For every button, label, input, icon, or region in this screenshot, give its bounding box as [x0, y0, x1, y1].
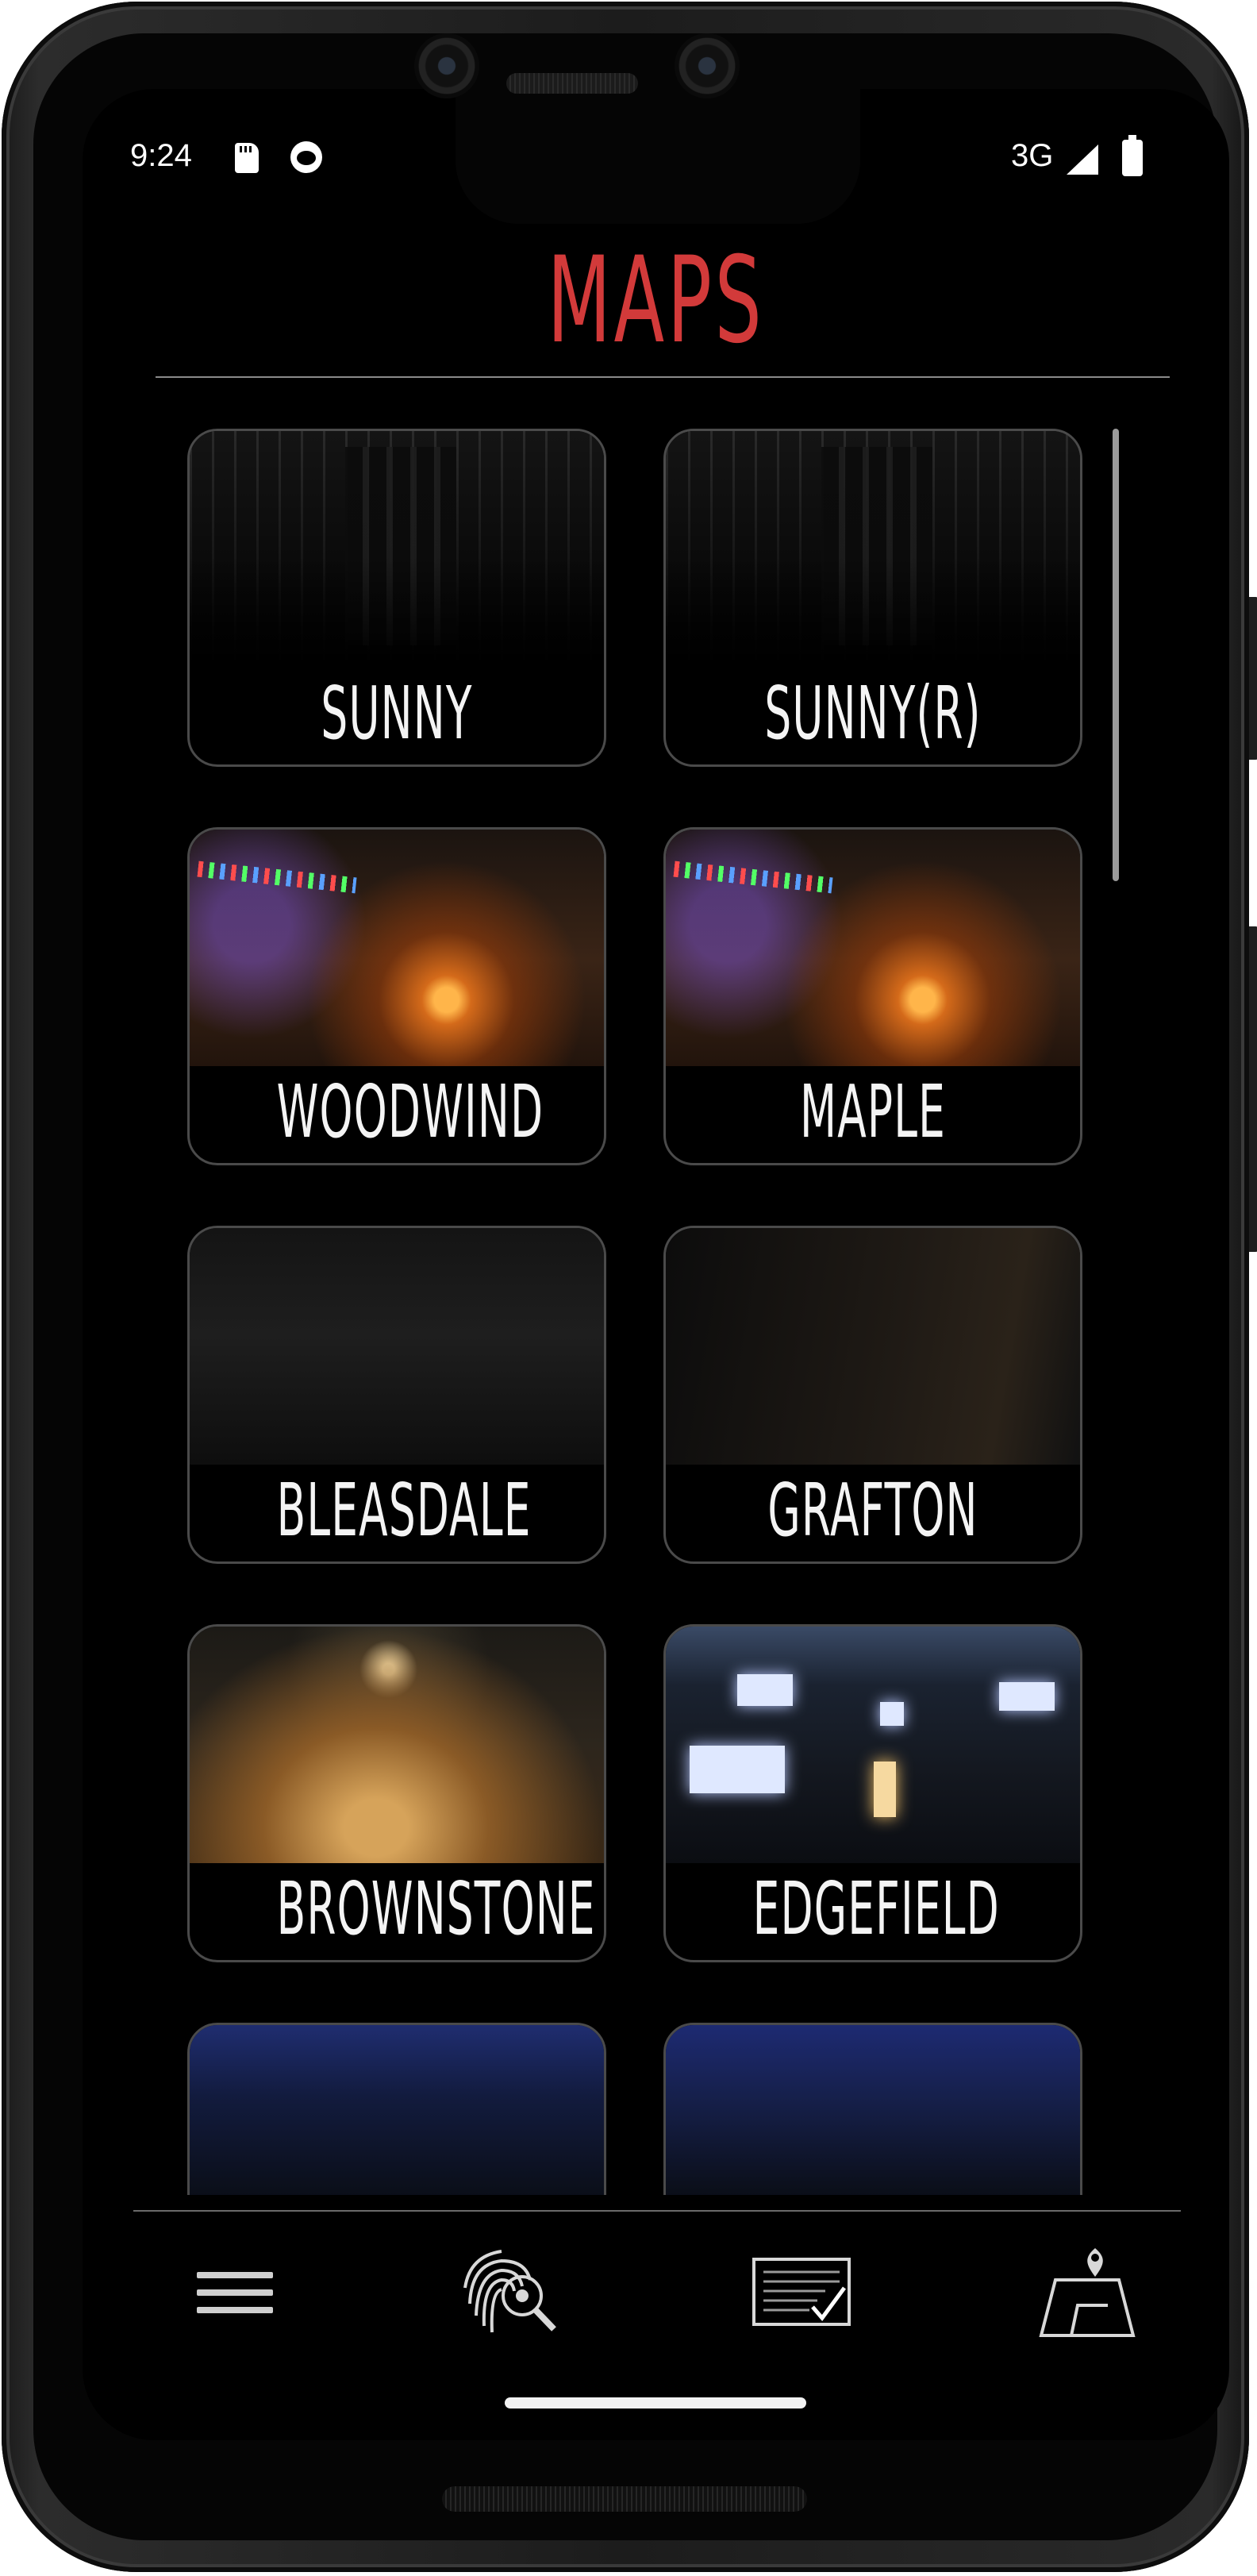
nav-divider	[133, 2210, 1181, 2212]
map-label: SUNNY(R)	[764, 671, 982, 756]
menu-icon[interactable]	[181, 2240, 292, 2343]
screen: 9:24 3G MAPS SUNNY SUNNY(R) WOODWIND MAP…	[83, 89, 1229, 2440]
map-thumbnail	[666, 830, 1080, 1066]
menu-line	[197, 2307, 273, 2313]
sd-card-icon	[235, 143, 259, 173]
map-card-sunny[interactable]: SUNNY	[187, 429, 606, 767]
volume-button	[1249, 926, 1257, 1252]
map-label: BROWNSTONE	[276, 1866, 596, 1951]
map-card-grafton[interactable]: GRAFTON	[663, 1226, 1082, 1564]
map-card-edgefield[interactable]: EDGEFIELD	[663, 1624, 1082, 1962]
map-card-woodwind[interactable]: WOODWIND	[187, 827, 606, 1165]
notch	[456, 89, 860, 224]
map-card-sunny-r[interactable]: SUNNY(R)	[663, 429, 1082, 767]
window-light	[690, 1746, 785, 1793]
menu-line	[197, 2289, 273, 2296]
power-button	[1249, 597, 1257, 760]
map-pin-icon[interactable]	[1032, 2240, 1143, 2343]
map-grid[interactable]: SUNNY SUNNY(R) WOODWIND MAPLE BLEASDALE	[187, 429, 1082, 2195]
map-card-brownstone[interactable]: BROWNSTONE	[187, 1624, 606, 1962]
window-light	[880, 1702, 904, 1726]
earpiece-speaker	[506, 73, 638, 94]
map-label: GRAFTON	[767, 1468, 978, 1553]
status-time: 9:24	[130, 138, 192, 173]
signal-icon	[1067, 144, 1098, 175]
map-thumbnail	[666, 1627, 1080, 1863]
battery-icon	[1122, 135, 1143, 176]
map-label: BLEASDALE	[276, 1468, 532, 1553]
fingerprint-search-icon[interactable]	[454, 2240, 565, 2343]
door-light	[874, 1762, 896, 1817]
thumbnail-fade	[190, 556, 604, 668]
map-thumbnail	[666, 1228, 1080, 1465]
front-camera	[414, 33, 479, 98]
map-label: WOODWIND	[276, 1069, 544, 1154]
menu-line	[197, 2272, 273, 2278]
map-label: EDGEFIELD	[752, 1866, 1000, 1951]
map-card-maple[interactable]: MAPLE	[663, 827, 1082, 1165]
fingerprint-search-svg	[463, 2250, 556, 2333]
title-divider	[156, 376, 1170, 378]
map-thumbnail	[190, 1228, 604, 1465]
map-thumbnail	[190, 2025, 604, 2195]
map-label: SUNNY	[321, 671, 473, 756]
map-card-partial-2[interactable]	[663, 2023, 1082, 2195]
map-thumbnail	[666, 2025, 1080, 2195]
map-thumbnail	[190, 431, 604, 668]
map-thumbnail	[190, 1627, 604, 1863]
bottom-speaker	[442, 2486, 807, 2512]
network-type: 3G	[1011, 138, 1054, 173]
front-sensor	[675, 33, 740, 98]
map-card-bleasdale[interactable]: BLEASDALE	[187, 1226, 606, 1564]
map-pin-svg	[1039, 2248, 1136, 2337]
phone-bezel: 9:24 3G MAPS SUNNY SUNNY(R) WOODWIND MAP…	[33, 33, 1229, 2540]
journal-svg	[752, 2258, 851, 2326]
page-title: MAPS	[547, 232, 765, 370]
map-thumbnail	[190, 830, 604, 1066]
map-card-partial-1[interactable]	[187, 2023, 606, 2195]
window-light	[737, 1674, 793, 1706]
thumbnail-fade	[666, 556, 1080, 668]
face-icon	[290, 141, 322, 173]
window-light	[999, 1682, 1055, 1711]
home-indicator[interactable]	[505, 2397, 806, 2409]
map-thumbnail	[666, 431, 1080, 668]
map-label: MAPLE	[800, 1069, 946, 1154]
scrollbar[interactable]	[1113, 429, 1119, 881]
journal-checklist-icon[interactable]	[746, 2240, 857, 2343]
phone-frame: 9:24 3G MAPS SUNNY SUNNY(R) WOODWIND MAP…	[2, 2, 1257, 2572]
string-lights	[197, 861, 357, 894]
string-lights	[673, 861, 833, 894]
